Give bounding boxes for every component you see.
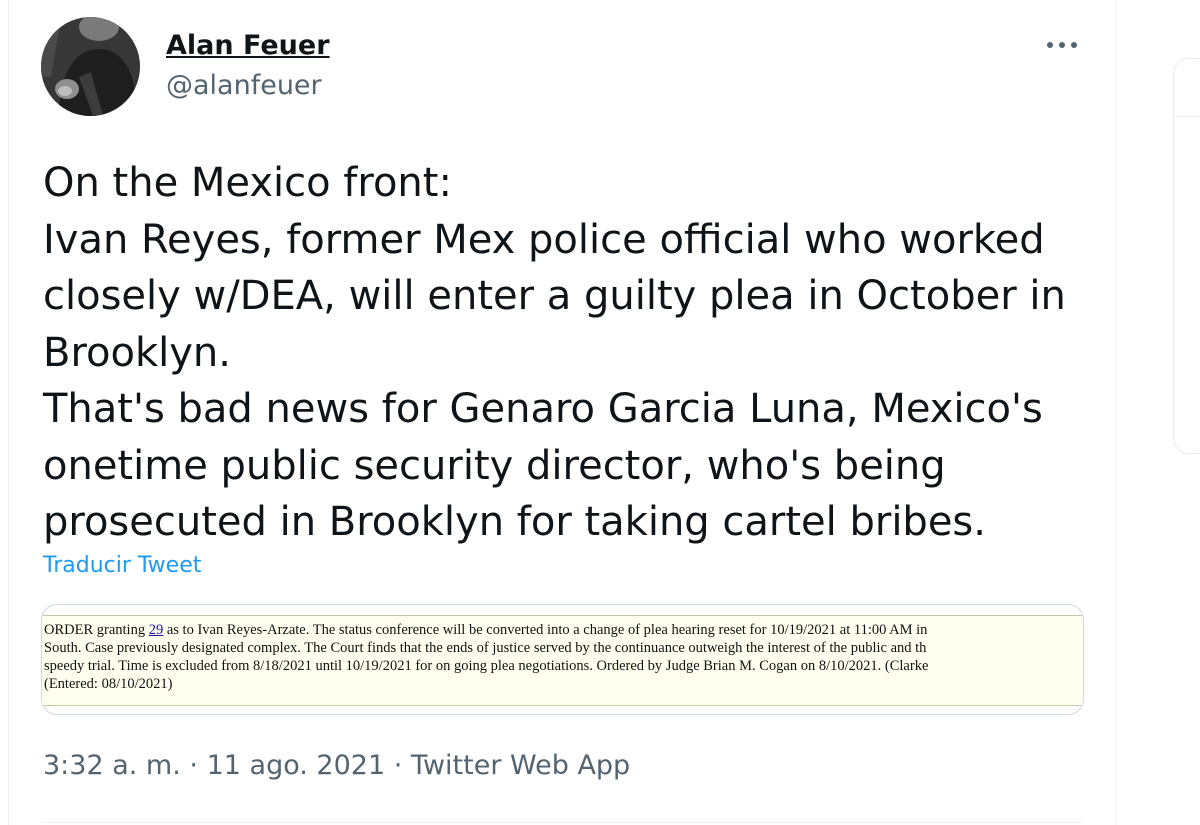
tweet-text-line: onetime public security director, who's … bbox=[43, 442, 946, 489]
more-options-icon bbox=[1047, 42, 1077, 48]
tweet-text-line: On the Mexico front: bbox=[43, 160, 452, 206]
tweet-text-line: That's bad news for Genaro Garcia Luna, … bbox=[43, 386, 1043, 432]
meta-separator: · bbox=[189, 750, 198, 781]
tweet-source[interactable]: Twitter Web App bbox=[411, 750, 630, 781]
docket-line: (Entered: 08/10/2021) bbox=[44, 676, 173, 692]
court-docket-entry: ORDER granting 29 as to Ivan Reyes-Arzat… bbox=[42, 615, 1083, 706]
sidebar-card-divider bbox=[1173, 116, 1200, 117]
avatar-photo bbox=[41, 17, 140, 116]
tweet-text-line: prosecuted in Brooklyn for taking cartel… bbox=[43, 499, 986, 545]
author-name[interactable]: Alan Feuer bbox=[166, 30, 330, 61]
translate-tweet-link[interactable]: Traducir Tweet bbox=[43, 553, 201, 578]
sidebar-card bbox=[1173, 58, 1200, 454]
docket-text: ORDER granting bbox=[44, 622, 149, 638]
more-options-button[interactable] bbox=[1042, 30, 1082, 60]
docket-line: ORDER granting 29 as to Ivan Reyes-Arzat… bbox=[44, 621, 1083, 639]
right-column-border bbox=[1116, 0, 1117, 825]
tweet-text-line: Ivan Reyes, former Mex police official w… bbox=[43, 216, 1045, 263]
docket-line: South. Case previously designated comple… bbox=[44, 640, 927, 656]
tweet-metadata: 3:32 a. m. · 11 ago. 2021 · Twitter Web … bbox=[43, 750, 630, 781]
tweet-divider bbox=[41, 822, 1082, 823]
tweet-text: On the Mexico front: Ivan Reyes, former … bbox=[43, 155, 1113, 551]
tweet-text-line: Brooklyn. bbox=[43, 329, 231, 376]
author-handle[interactable]: @alanfeuer bbox=[166, 70, 322, 101]
author-avatar[interactable] bbox=[41, 17, 140, 116]
left-column-border bbox=[8, 0, 9, 825]
docket-line: speedy trial. Time is excluded from 8/18… bbox=[44, 658, 929, 674]
attached-image[interactable]: ORDER granting 29 as to Ivan Reyes-Arzat… bbox=[41, 604, 1084, 715]
docket-entry-link: 29 bbox=[148, 622, 164, 638]
docket-text: as to Ivan Reyes-Arzate. The status conf… bbox=[163, 622, 928, 638]
tweet-text-line: closely w/DEA, will enter a guilty plea … bbox=[43, 273, 1066, 319]
tweet-date[interactable]: 11 ago. 2021 bbox=[207, 750, 386, 781]
meta-separator: · bbox=[393, 750, 403, 781]
tweet-time[interactable]: 3:32 a. m. bbox=[43, 750, 181, 781]
